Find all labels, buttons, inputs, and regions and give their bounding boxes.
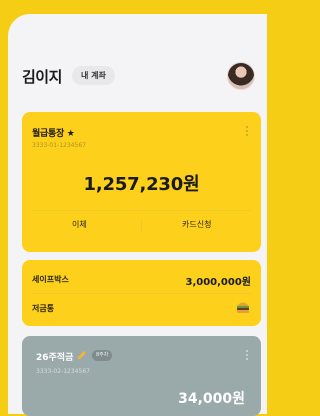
avatar[interactable]: [227, 62, 255, 90]
piggy-bank-row[interactable]: 저금통: [32, 299, 251, 319]
savings-account-number: 3333-02-1234567: [36, 368, 90, 375]
safebox-amount: 3,000,000원: [185, 277, 251, 288]
account-balance: 1,257,230원: [83, 174, 200, 195]
piggy-bank-label: 저금통: [32, 304, 55, 313]
more-options-icon[interactable]: [246, 126, 249, 138]
burger-icon: [237, 302, 249, 313]
user-name: 김이지: [22, 68, 62, 86]
account-number: 3333-01-1234567: [32, 142, 86, 149]
my-account-button[interactable]: 내 계좌: [72, 66, 115, 85]
savings-card[interactable]: 26주적금 8주차 3333-02-1234567 34,000원: [22, 336, 261, 416]
more-options-icon[interactable]: [246, 350, 249, 362]
account-title: 월급통장 ★: [32, 129, 75, 139]
card-apply-button[interactable]: 카드신청: [182, 219, 211, 230]
divider: [32, 210, 251, 211]
transfer-button[interactable]: 이체: [72, 219, 87, 230]
savings-amount: 34,000원: [178, 391, 245, 407]
safebox-row[interactable]: 세이프박스 3,000,000원: [32, 270, 251, 290]
savings-title: 26주적금: [36, 353, 74, 363]
week-badge: 8주차: [92, 350, 113, 361]
pencil-icon: [78, 351, 86, 359]
divider: [141, 220, 142, 232]
account-header: 김이지 내 계좌: [22, 56, 257, 96]
safebox-card: 세이프박스 3,000,000원 저금통: [22, 260, 261, 326]
main-account-card[interactable]: 월급통장 ★ 3333-01-1234567 1,257,230원 이체 카드신…: [22, 112, 261, 252]
safebox-label: 세이프박스: [32, 275, 69, 284]
divider: [32, 293, 251, 294]
